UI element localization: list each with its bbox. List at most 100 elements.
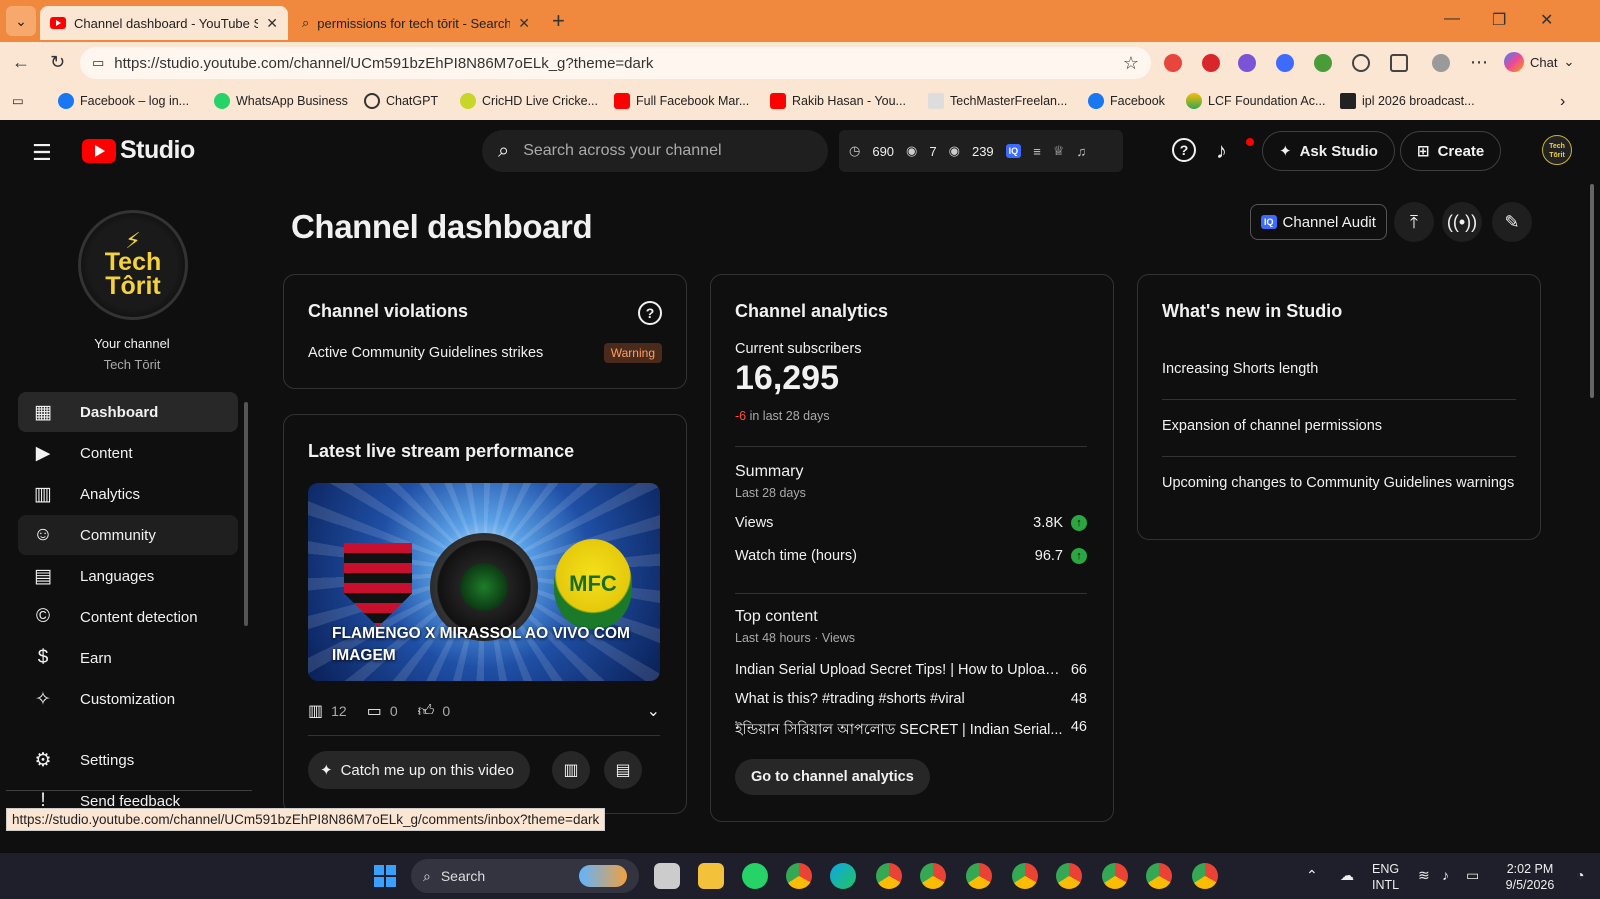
studio-logo[interactable]: Studio	[82, 136, 195, 165]
bookmark-chatgpt[interactable]: ChatGPT	[364, 93, 438, 109]
sidebar-item-settings[interactable]: ⚙ Settings	[18, 740, 238, 780]
bookmark-ipl[interactable]: ipl 2026 broadcast...	[1340, 93, 1475, 109]
tab-channel-dashboard[interactable]: Channel dashboard - YouTube Stu ✕	[40, 6, 288, 40]
video-comments-button[interactable]: ▤	[604, 751, 642, 789]
copilot-chat-button[interactable]: Chat ⌄	[1504, 52, 1574, 72]
star-icon[interactable]: ☆	[1123, 53, 1139, 74]
chrome-profile-icon[interactable]	[1192, 863, 1218, 889]
language-indicator[interactable]: ENG INTL	[1372, 861, 1399, 893]
sidebar-item-dashboard[interactable]: ▦ Dashboard	[18, 392, 238, 432]
edge-icon[interactable]	[830, 863, 856, 889]
sidebar-scrollbar[interactable]	[244, 402, 248, 626]
news-item[interactable]: Upcoming changes to Community Guidelines…	[1162, 473, 1516, 494]
chrome-profile-icon[interactable]	[1146, 863, 1172, 889]
wifi-icon[interactable]: ≋	[1418, 867, 1430, 884]
close-window-button[interactable]: ✕	[1540, 10, 1553, 30]
favorites-icon[interactable]	[1390, 54, 1408, 72]
extension-shield-icon[interactable]	[1164, 54, 1182, 72]
battery-icon[interactable]: ▭	[1466, 867, 1479, 884]
profile-icon[interactable]	[1432, 54, 1450, 72]
extension-video-icon[interactable]	[1238, 54, 1256, 72]
notifications-bell-icon[interactable]: ♪	[1216, 138, 1227, 164]
hamburger-menu-icon[interactable]: ☰	[32, 140, 52, 166]
help-icon[interactable]: ?	[638, 301, 662, 325]
url-text[interactable]: https://studio.youtube.com/channel/UCm59…	[114, 55, 1113, 72]
your-channel-label[interactable]: Your channel	[6, 336, 258, 351]
sidebar-item-content[interactable]: ▶ Content	[18, 433, 238, 473]
chrome-profile-icon[interactable]	[1102, 863, 1128, 889]
vidiq-icon[interactable]: IQ	[1005, 144, 1022, 158]
video-analytics-button[interactable]: ▥	[552, 751, 590, 789]
channel-search-input[interactable]: ⌕ Search across your channel	[482, 130, 828, 172]
reload-icon[interactable]: ↻	[50, 52, 65, 73]
extension-iq-icon[interactable]	[1276, 54, 1294, 72]
top-content-item[interactable]: ইন্ডিয়ান সিরিয়াল আপলোড SECRET | Indian…	[735, 719, 1087, 743]
news-item[interactable]: Expansion of channel permissions	[1162, 416, 1516, 437]
address-bar[interactable]: ▭ https://studio.youtube.com/channel/UCm…	[80, 47, 1151, 79]
sidebar-item-earn[interactable]: $ Earn	[18, 638, 238, 678]
bookmark-techmaster[interactable]: TechMasterFreelan...	[928, 93, 1067, 109]
channel-audit-button[interactable]: IQ Channel Audit	[1250, 204, 1387, 240]
chevron-down-icon[interactable]: ⌄	[647, 701, 660, 721]
account-avatar[interactable]: Tech Tōrit	[1542, 135, 1572, 165]
bookmarks-folder-icon[interactable]: ▭	[12, 93, 24, 108]
top-content-item[interactable]: What is this? #trading #shorts #viral 48	[735, 691, 1087, 707]
more-menu-icon[interactable]: ⋯	[1470, 52, 1488, 73]
minimize-button[interactable]: —	[1444, 10, 1460, 28]
chevron-up-icon[interactable]: ⌃	[1306, 867, 1318, 884]
close-tab-icon[interactable]: ✕	[518, 15, 530, 32]
bookmark-whatsapp[interactable]: WhatsApp Business	[214, 93, 348, 109]
extension-adblock-icon[interactable]	[1202, 54, 1220, 72]
sidebar-item-analytics[interactable]: ▥ Analytics	[18, 474, 238, 514]
sidebar-item-languages[interactable]: ▤ Languages	[18, 556, 238, 596]
chevron-right-icon[interactable]: ›	[1560, 93, 1565, 111]
whatsapp-icon[interactable]	[742, 863, 768, 889]
ask-studio-button[interactable]: ✦ Ask Studio	[1262, 131, 1395, 171]
extensions-puzzle-icon[interactable]	[1352, 54, 1370, 72]
onedrive-icon[interactable]: ☁	[1340, 867, 1354, 884]
catch-me-up-button[interactable]: ✦ Catch me up on this video	[308, 751, 531, 789]
sidebar-item-community[interactable]: ☺ Community	[18, 515, 238, 555]
tab-permissions-search[interactable]: ⌕ permissions for tech tōrit - Search ✕	[292, 6, 540, 40]
upload-button[interactable]: ⤒	[1394, 202, 1434, 242]
sidebar-item-customization[interactable]: ✧ Customization	[18, 679, 238, 719]
live-stream-thumbnail[interactable]: MFC FLAMENGO X MIRASSOL AO VIVO COM IMAG…	[308, 483, 660, 681]
volume-icon[interactable]: ♪	[1442, 867, 1449, 883]
chrome-profile-icon[interactable]	[876, 863, 902, 889]
trophy-icon[interactable]: ♕	[1053, 143, 1065, 159]
top-content-item[interactable]: Indian Serial Upload Secret Tips! | How …	[735, 662, 1087, 678]
extension-leaf-icon[interactable]	[1314, 54, 1332, 72]
chrome-profile-icon[interactable]	[1056, 863, 1082, 889]
violations-row[interactable]: Active Community Guidelines strikes	[308, 345, 543, 361]
channel-avatar[interactable]: ⚡ Tech Tôrit	[78, 210, 188, 320]
close-tab-icon[interactable]: ✕	[266, 15, 278, 32]
clock[interactable]: 2:02 PM 9/5/2026	[1500, 861, 1560, 893]
bookmark-facebook-login[interactable]: Facebook – log in...	[58, 93, 189, 109]
go-live-button[interactable]: ((•))	[1442, 202, 1482, 242]
back-icon[interactable]: ←	[12, 52, 30, 73]
bell-icon[interactable]: ♫	[1076, 144, 1086, 159]
notification-center-icon[interactable]: ◔	[1576, 867, 1584, 883]
taskbar-search[interactable]: ⌕ Search	[411, 859, 639, 893]
create-button[interactable]: ⊞ Create	[1400, 131, 1502, 171]
task-view-icon[interactable]	[654, 863, 680, 889]
bookmark-facebook[interactable]: Facebook	[1088, 93, 1165, 109]
bookmark-lcf-foundation[interactable]: LCF Foundation Ac...	[1186, 93, 1325, 109]
create-post-button[interactable]: ✎	[1492, 202, 1532, 242]
site-info-icon[interactable]: ▭	[92, 55, 104, 71]
bookmark-crichd[interactable]: CricHD Live Cricke...	[460, 93, 598, 109]
file-explorer-icon[interactable]	[698, 863, 724, 889]
chrome-profile-icon[interactable]	[920, 863, 946, 889]
bookmark-full-facebook[interactable]: Full Facebook Mar...	[614, 93, 749, 109]
chrome-profile-icon[interactable]	[1012, 863, 1038, 889]
maximize-button[interactable]: ❐	[1492, 10, 1506, 30]
main-scrollbar[interactable]	[1590, 184, 1594, 398]
sidebar-item-content-detection[interactable]: © Content detection	[18, 597, 238, 637]
help-icon[interactable]: ?	[1172, 138, 1196, 162]
list-icon[interactable]: ≡	[1033, 144, 1041, 159]
tab-search-dropdown[interactable]: ⌄	[6, 6, 36, 36]
bookmark-rakib-hasan[interactable]: Rakib Hasan - You...	[770, 93, 906, 109]
chrome-icon[interactable]	[786, 863, 812, 889]
news-item[interactable]: Increasing Shorts length	[1162, 359, 1516, 380]
windows-start-icon[interactable]	[374, 865, 396, 887]
